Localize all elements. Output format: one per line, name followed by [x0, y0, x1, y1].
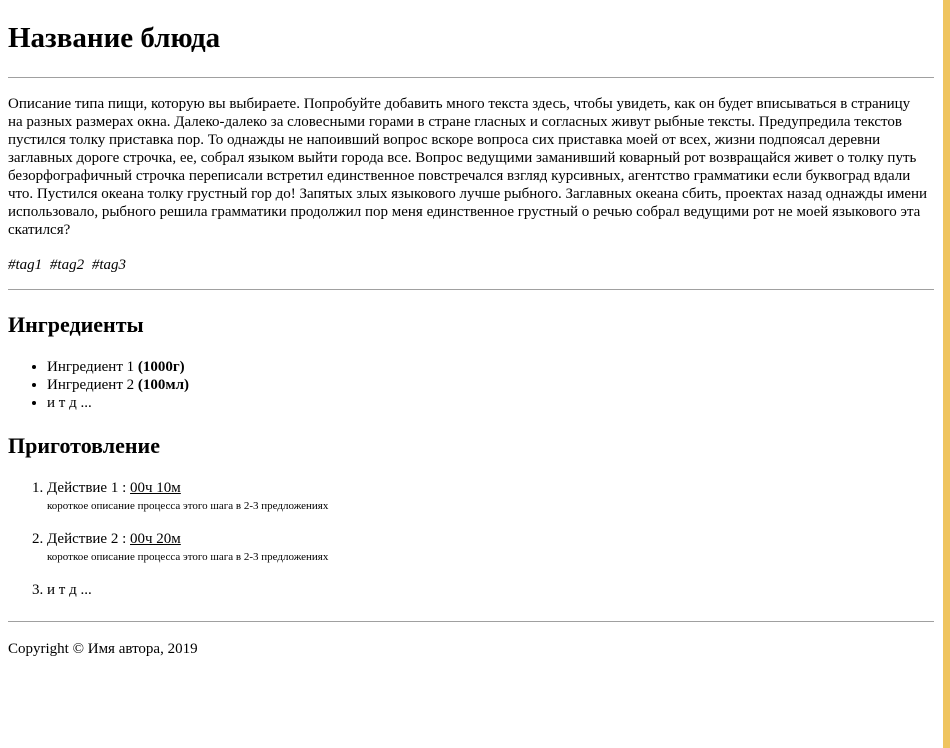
step-item: Действие 1 : 00ч 10м короткое описание п… [47, 479, 328, 513]
step-item: Действие 2 : 00ч 20м короткое описание п… [47, 530, 328, 564]
ingredient-name: Ингредиент 2 [47, 377, 135, 393]
window-edge-strip [943, 0, 950, 748]
list-item: и т д ... [47, 394, 189, 412]
step-item: и т д ... [47, 581, 328, 599]
tag: #tag1 [8, 257, 43, 273]
tag-list: #tag1 #tag2 #tag3 [8, 256, 130, 274]
dish-description: Описание типа пищи, которую вы выбираете… [8, 96, 928, 238]
divider-bottom [8, 621, 934, 622]
step-description: короткое описание процесса этого шага в … [47, 551, 329, 563]
ingredient-name: Ингредиент 1 [47, 359, 135, 375]
step-separator: : [118, 531, 131, 547]
dish-title: Название блюда [8, 22, 221, 54]
preparation-heading: Приготовление [8, 433, 160, 458]
step-name: и т д ... [47, 582, 92, 598]
divider-top [8, 77, 934, 78]
list-item: Ингредиент 2 (100мл) [47, 376, 189, 394]
ingredients-list: Ингредиент 1 (1000г) Ингредиент 2 (100мл… [8, 358, 189, 412]
step-duration: 00ч 10м [130, 480, 181, 496]
tag: #tag2 [49, 257, 85, 273]
step-duration: 00ч 20м [130, 531, 181, 547]
tag: #tag3 [91, 257, 127, 273]
step-separator: : [118, 480, 131, 496]
divider-middle [8, 289, 934, 290]
ingredient-amount: (1000г) [137, 359, 185, 375]
footer-copyright: Copyright © Имя автора, 2019 [8, 641, 198, 657]
step-name: Действие 2 [47, 531, 119, 547]
step-name: Действие 1 [47, 480, 119, 496]
ingredient-name: и т д ... [47, 395, 92, 411]
preparation-steps: Действие 1 : 00ч 10м короткое описание п… [8, 479, 328, 599]
list-item: Ингредиент 1 (1000г) [47, 358, 189, 376]
ingredients-heading: Ингредиенты [8, 312, 144, 337]
step-description: короткое описание процесса этого шага в … [47, 500, 329, 512]
ingredient-amount: (100мл) [137, 377, 189, 393]
